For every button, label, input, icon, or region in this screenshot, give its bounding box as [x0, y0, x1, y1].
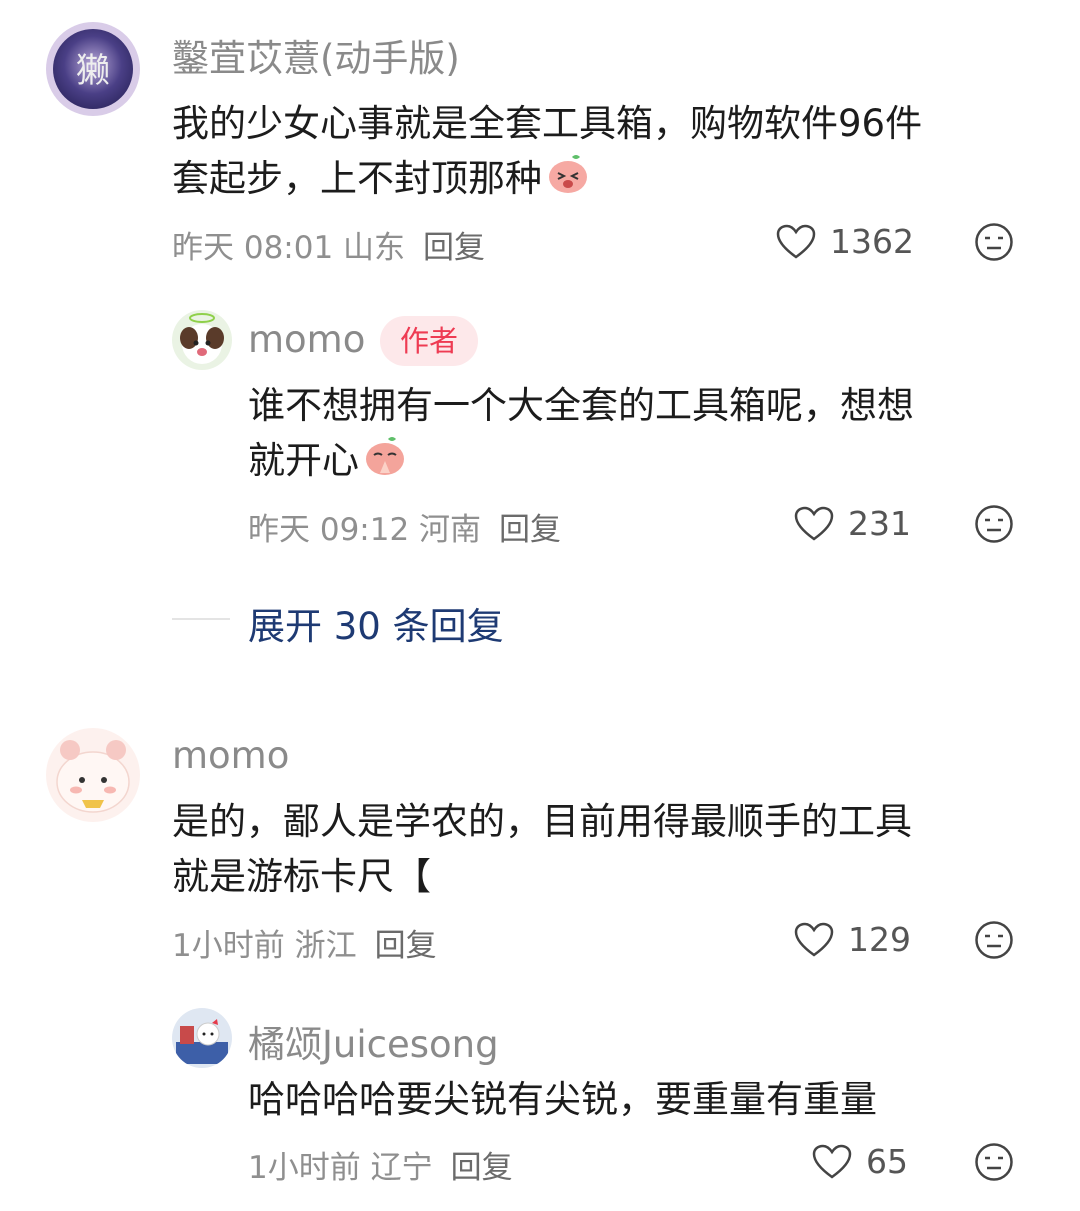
comment-text: 谁不想拥有一个大全套的工具箱呢，想想 就开心	[248, 378, 914, 492]
avatar[interactable]	[172, 1008, 232, 1068]
meh-face-icon	[975, 1143, 1013, 1181]
comment-time: 昨天 08:01 山东	[172, 230, 406, 266]
avatar[interactable]	[46, 728, 140, 822]
svg-text:獭: 獭	[76, 51, 110, 91]
laughing-emoji-icon	[546, 151, 590, 210]
comment-line: 套起步，上不封顶那种	[172, 151, 922, 210]
comment-line-text: 套起步，上不封顶那种	[172, 157, 542, 200]
like-count: 65	[866, 1142, 908, 1181]
comment-line: 就开心	[248, 433, 914, 492]
meh-face-icon	[975, 921, 1013, 959]
comment-meta: 昨天 08:01 山东 回复	[172, 222, 485, 267]
like-count: 1362	[830, 222, 914, 261]
reply-button[interactable]: 回复	[499, 512, 561, 548]
comment-time: 昨天 09:12 河南	[248, 512, 482, 548]
comment-author[interactable]: 鑿萓苡薏(动手版)	[172, 28, 460, 82]
heart-icon	[794, 506, 834, 541]
meh-face-icon	[975, 223, 1013, 261]
comment-author[interactable]: 橘颂Juicesong	[248, 1014, 499, 1068]
like-count: 231	[848, 504, 911, 543]
like-button[interactable]: 65	[812, 1142, 908, 1181]
praying-emoji-icon	[363, 433, 407, 492]
reply-button[interactable]: 回复	[451, 1150, 513, 1186]
comment-line: 就是游标卡尺【	[172, 855, 431, 898]
like-count: 129	[848, 920, 911, 959]
heart-icon	[812, 1144, 852, 1179]
comment-text: 哈哈哈哈要尖锐有尖锐，要重量有重量	[248, 1072, 877, 1127]
expand-replies-button[interactable]: 展开 30 条回复	[248, 596, 504, 650]
dislike-button[interactable]	[974, 222, 1014, 266]
comment-line: 谁不想拥有一个大全套的工具箱呢，想想	[248, 384, 914, 427]
expand-divider	[172, 618, 230, 620]
comment-line-text: 就开心	[248, 439, 359, 482]
avatar[interactable]	[172, 310, 232, 370]
comment-time: 1小时前 辽宁	[248, 1150, 433, 1186]
comment-line: 哈哈哈哈要尖锐有尖锐，要重量有重量	[248, 1078, 877, 1121]
dislike-button[interactable]	[974, 1142, 1014, 1186]
dislike-button[interactable]	[974, 920, 1014, 964]
comment-author[interactable]: momo	[172, 734, 289, 777]
avatar[interactable]: 獭	[46, 22, 140, 116]
comment-author[interactable]: momo	[248, 318, 365, 361]
dislike-button[interactable]	[974, 504, 1014, 548]
like-button[interactable]: 1362	[776, 222, 914, 261]
like-button[interactable]: 231	[794, 504, 911, 543]
meh-face-icon	[975, 505, 1013, 543]
comment-text: 我的少女心事就是全套工具箱，购物软件96件 套起步，上不封顶那种	[172, 96, 922, 210]
comment-line: 我的少女心事就是全套工具箱，购物软件96件	[172, 102, 923, 145]
comment-meta: 1小时前 浙江 回复	[172, 920, 437, 965]
comment-time: 1小时前 浙江	[172, 928, 357, 964]
comment-line: 是的，鄙人是学农的，目前用得最顺手的工具	[172, 800, 912, 843]
author-badge: 作者	[380, 316, 479, 366]
reply-button[interactable]: 回复	[423, 230, 485, 266]
comment-text: 是的，鄙人是学农的，目前用得最顺手的工具 就是游标卡尺【	[172, 794, 912, 904]
reply-button[interactable]: 回复	[375, 928, 437, 964]
heart-icon	[794, 922, 834, 957]
comment-meta: 1小时前 辽宁 回复	[248, 1142, 513, 1187]
comment-meta: 昨天 09:12 河南 回复	[248, 504, 561, 549]
heart-icon	[776, 224, 816, 259]
like-button[interactable]: 129	[794, 920, 911, 959]
